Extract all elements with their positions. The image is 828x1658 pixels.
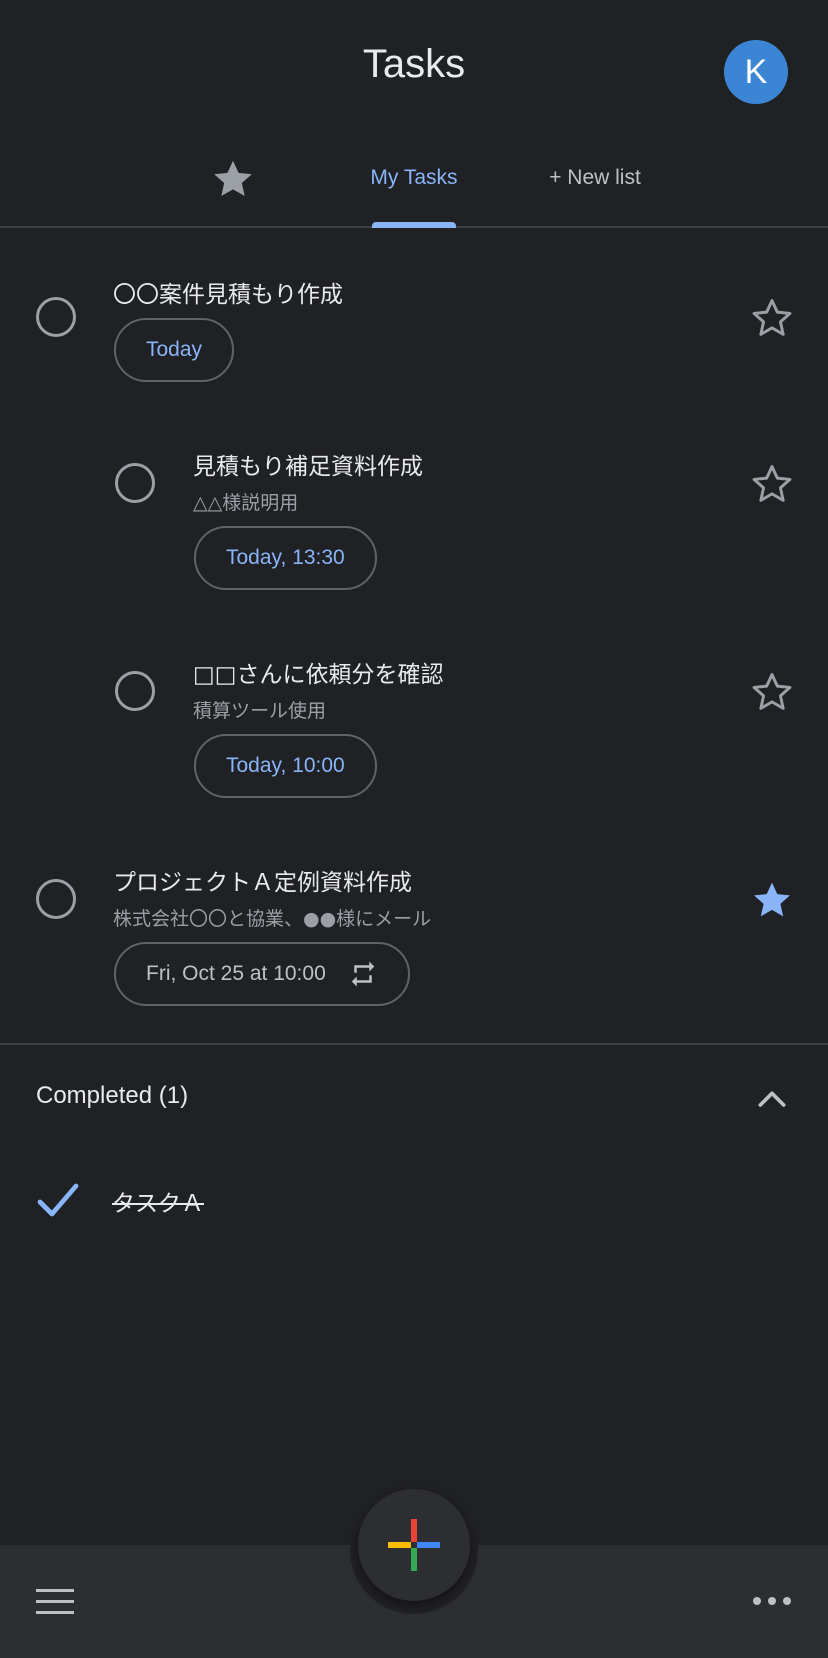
app-title: Tasks — [362, 42, 466, 86]
complete-checkbox[interactable] — [115, 463, 155, 503]
due-date-chip[interactable]: Today, 10:00 — [194, 734, 377, 798]
chevron-up-icon[interactable] — [752, 1080, 792, 1120]
due-date-label: Today — [146, 338, 203, 361]
tab-starred[interactable] — [210, 156, 256, 202]
section-divider — [0, 1043, 828, 1045]
active-tab-indicator — [372, 222, 456, 228]
star-filled-icon[interactable] — [750, 878, 794, 922]
list-tabs: My Tasks + New list — [0, 150, 828, 228]
task-item[interactable]: 〇〇案件見積もり作成 Today — [0, 270, 828, 390]
completed-task-title[interactable]: タスクＡ — [112, 1184, 204, 1218]
repeat-icon — [351, 961, 375, 987]
due-date-chip[interactable]: Fri, Oct 25 at 10:00 — [114, 942, 410, 1006]
complete-checkbox[interactable] — [115, 671, 155, 711]
add-task-button[interactable] — [358, 1489, 470, 1601]
task-notes: △△様説明用 — [193, 492, 299, 514]
subtask-item[interactable]: □□さんに依頼分を確認 積算ツール使用 Today, 10:00 — [0, 648, 828, 808]
complete-checkbox[interactable] — [36, 297, 76, 337]
subtask-item[interactable]: 見積もり補足資料作成 △△様説明用 Today, 13:30 — [0, 440, 828, 600]
due-date-label: Today, 13:30 — [226, 546, 345, 569]
tab-my-tasks[interactable]: My Tasks — [352, 166, 476, 190]
more-icon[interactable] — [752, 1593, 792, 1609]
complete-checkbox[interactable] — [36, 879, 76, 919]
star-icon — [214, 160, 252, 197]
account-avatar[interactable]: K — [724, 40, 788, 104]
add-icon — [388, 1519, 440, 1571]
task-title: 見積もり補足資料作成 — [193, 454, 423, 480]
task-title: 〇〇案件見積もり作成 — [113, 282, 343, 308]
task-title: □□さんに依頼分を確認 — [193, 662, 444, 688]
top-app-bar: Tasks K — [0, 0, 828, 145]
task-item[interactable]: プロジェクトＡ定例資料作成 株式会社〇〇と協業、●●様にメール Fri, Oct… — [0, 856, 828, 1016]
task-notes: 積算ツール使用 — [193, 700, 327, 722]
task-title: プロジェクトＡ定例資料作成 — [113, 870, 412, 896]
due-date-label: Today, 10:00 — [226, 754, 345, 777]
tab-new-list[interactable]: + New list — [540, 166, 650, 190]
star-outline-icon[interactable] — [750, 670, 794, 714]
due-date-label: Fri, Oct 25 at 10:00 — [146, 962, 326, 985]
completed-section-header[interactable]: Completed (1) — [36, 1082, 188, 1110]
task-notes: 株式会社〇〇と協業、●●様にメール — [113, 908, 432, 930]
menu-icon[interactable] — [36, 1587, 76, 1617]
due-date-chip[interactable]: Today, 13:30 — [194, 526, 377, 590]
checkmark-icon[interactable] — [34, 1176, 82, 1224]
due-date-chip[interactable]: Today — [114, 318, 235, 382]
star-outline-icon[interactable] — [750, 296, 794, 340]
star-outline-icon[interactable] — [750, 462, 794, 506]
